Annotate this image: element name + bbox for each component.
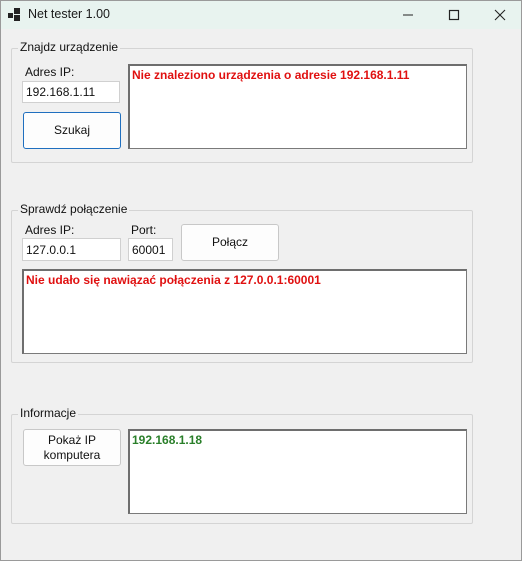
connect-ip-label: Adres IP: [25,223,75,237]
find-result-box[interactable]: Nie znaleziono urządzenia o adresie 192.… [128,64,467,149]
title-bar[interactable]: Net tester 1.00 [1,1,521,29]
app-window: Net tester 1.00 Znajdz urządzenie Adres … [0,0,522,561]
app-window-icon [8,8,20,21]
close-icon [494,9,506,21]
show-ip-button-line2: komputera [43,447,101,462]
connect-button[interactable]: Połącz [181,224,279,261]
maximize-icon [448,9,460,21]
search-button[interactable]: Szukaj [23,112,121,149]
show-ip-button[interactable]: Pokaż IP komputera [23,429,121,466]
minimize-button[interactable] [385,1,431,29]
minimize-icon [403,14,413,16]
port-input[interactable]: 60001 [128,238,173,261]
find-ip-label: Adres IP: [25,65,75,79]
find-ip-input[interactable]: 192.168.1.11 [22,81,120,103]
maximize-button[interactable] [431,1,477,29]
connect-result-box[interactable]: Nie udało się nawiązać połączenia z 127.… [22,269,467,354]
connect-ip-input[interactable]: 127.0.0.1 [22,238,121,261]
show-ip-button-line1: Pokaż IP [47,432,97,447]
port-label: Port: [131,223,157,237]
info-group-label: Informacje [18,406,79,420]
window-title: Net tester 1.00 [28,7,110,21]
find-device-group-label: Znajdz urządzenie [18,40,121,54]
info-result-box[interactable]: 192.168.1.18 [128,429,467,514]
close-button[interactable] [477,1,521,29]
check-connection-group-label: Sprawdź połączenie [18,202,130,216]
